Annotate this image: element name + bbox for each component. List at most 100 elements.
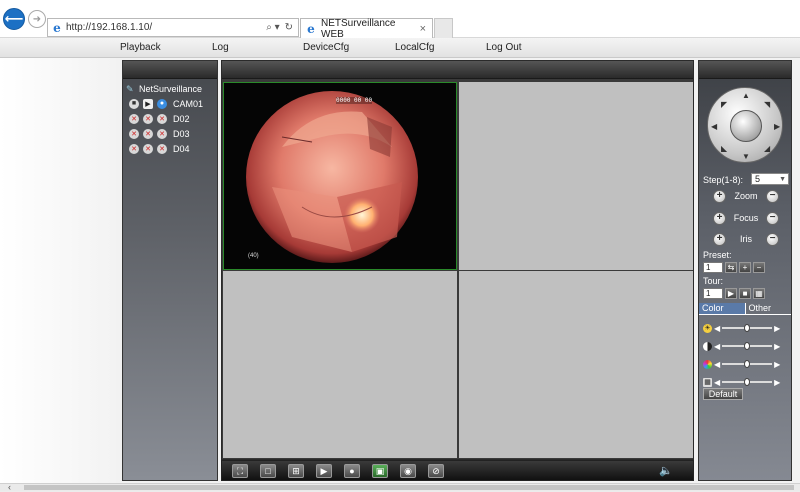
single-view-icon[interactable]: □ [260,464,276,478]
brightness-slider[interactable]: ☀ ◀ ▶ [703,322,789,334]
channel-row-cam01[interactable]: ■ ▶ ● CAM01 [126,96,217,111]
browser-tab[interactable]: e NETSurveillance WEB × [300,18,433,40]
preset-goto-icon[interactable]: ⇆ [725,262,737,273]
preset-add-icon[interactable]: + [739,262,751,273]
ptz-down-icon[interactable]: ▼ [742,152,750,161]
slider-thumb[interactable] [744,324,751,332]
increase-arrow-icon[interactable]: ▶ [774,324,780,333]
channel-row-d04[interactable]: ✕ ✕ ✕ D04 [126,141,217,156]
preset-controls: 1 ⇆ + − [703,262,765,273]
increase-arrow-icon[interactable]: ▶ [774,360,780,369]
record-disabled-icon[interactable]: ✕ [129,128,139,139]
ptz-left-icon[interactable]: ◀ [711,122,717,131]
tab-other[interactable]: Other [745,303,791,315]
step-value: 5 [755,174,761,184]
play-icon[interactable]: ▶ [143,98,153,109]
video-cell-1[interactable]: 0000 00 00 (40) [223,82,457,270]
menu-logout[interactable]: Log Out [486,42,522,53]
slider-thumb[interactable] [744,360,751,368]
scrollbar-thumb[interactable] [24,485,794,490]
ptz-up-left-icon[interactable]: ◤ [721,100,727,109]
channel-row-d03[interactable]: ✕ ✕ ✕ D03 [126,126,217,141]
record-disabled-icon[interactable]: ✕ [129,143,139,154]
decrease-arrow-icon[interactable]: ◀ [714,360,720,369]
record-status-icon[interactable]: ■ [129,98,139,109]
record-icon[interactable]: ◉ [400,464,416,478]
ptz-center-button[interactable] [730,110,762,142]
volume-mute-icon[interactable]: 🔈 [659,464,673,477]
focus-in-button[interactable]: + [713,211,726,225]
tab-color[interactable]: Color [699,303,746,315]
url-text[interactable]: http://192.168.1.10/ [66,22,266,33]
hue-slider[interactable]: ▦ ◀ ▶ [703,376,789,388]
stop-all-icon[interactable]: ● [344,464,360,478]
slider-thumb[interactable] [744,378,751,386]
stop-record-icon[interactable]: ⊘ [428,464,444,478]
video-cell-2[interactable] [459,82,693,270]
slider-track[interactable] [722,360,773,368]
camera-connected-icon[interactable]: ● [157,98,167,109]
tour-grid-icon[interactable]: ▦ [753,288,765,299]
iris-close-button[interactable]: − [766,232,779,246]
video-cell-4[interactable] [459,271,693,458]
forward-button[interactable]: ➜ [28,10,46,28]
tour-play-icon[interactable]: ▶ [725,288,737,299]
ptz-up-right-icon[interactable]: ◥ [764,100,770,109]
step-select[interactable]: 5 ▼ [751,173,789,185]
camera-disconnected-icon[interactable]: ✕ [157,143,167,154]
slider-track[interactable] [722,342,773,350]
slider-thumb[interactable] [744,342,751,350]
decrease-arrow-icon[interactable]: ◀ [714,342,720,351]
device-tree-root[interactable]: ✎ NetSurveillance [126,82,217,96]
increase-arrow-icon[interactable]: ▶ [774,378,780,387]
channel-row-d02[interactable]: ✕ ✕ ✕ D02 [126,111,217,126]
close-tab-icon[interactable]: × [420,23,426,35]
back-button[interactable]: ⟵ [3,8,25,30]
record-disabled-icon[interactable]: ✕ [129,113,139,124]
camera-disconnected-icon[interactable]: ✕ [157,128,167,139]
tour-stop-icon[interactable]: ■ [739,288,751,299]
horizontal-scrollbar[interactable]: ‹ [0,482,800,492]
search-icon[interactable]: ⌕ ▾ [266,22,279,33]
iris-open-button[interactable]: + [713,232,726,246]
channel-label: D02 [173,113,190,124]
refresh-icon[interactable]: ↻ [285,22,293,33]
video-area: 0000 00 00 (40) [221,60,694,460]
play-disabled-icon[interactable]: ✕ [143,113,153,124]
preset-input[interactable]: 1 [703,262,723,273]
ptz-up-icon[interactable]: ▲ [742,91,750,100]
slider-track[interactable] [722,324,773,332]
focus-out-button[interactable]: − [765,211,779,225]
ptz-down-left-icon[interactable]: ◣ [721,144,727,153]
default-button[interactable]: Default [703,388,743,400]
tab-favicon: e [307,21,315,36]
ptz-joystick[interactable]: ▲ ▼ ◀ ▶ ◤ ◥ ◣ ◢ [707,87,783,163]
snapshot-icon[interactable]: ▣ [372,464,388,478]
video-cell-3[interactable] [223,271,457,458]
contrast-slider[interactable]: ◀ ▶ [703,340,789,352]
focus-control: + Focus − [713,211,779,225]
decrease-arrow-icon[interactable]: ◀ [714,324,720,333]
fullscreen-icon[interactable]: ⛶ [232,464,248,478]
address-bar[interactable]: e http://192.168.1.10/ ⌕ ▾ ↻ [47,18,299,37]
new-tab-button[interactable] [434,18,453,38]
slider-track[interactable] [722,378,773,386]
decrease-arrow-icon[interactable]: ◀ [714,378,720,387]
increase-arrow-icon[interactable]: ▶ [774,342,780,351]
quad-view-icon[interactable]: ⊞ [288,464,304,478]
menu-localcfg[interactable]: LocalCfg [395,42,434,53]
zoom-in-button[interactable]: + [713,189,726,203]
menu-log[interactable]: Log [212,42,229,53]
saturation-slider[interactable]: ◀ ▶ [703,358,789,370]
tour-input[interactable]: 1 [703,288,723,299]
menu-devicecfg[interactable]: DeviceCfg [303,42,349,53]
camera-disconnected-icon[interactable]: ✕ [157,113,167,124]
menu-playback[interactable]: Playback [120,42,161,53]
play-disabled-icon[interactable]: ✕ [143,128,153,139]
zoom-out-button[interactable]: − [765,189,779,203]
ptz-down-right-icon[interactable]: ◢ [764,144,770,153]
play-disabled-icon[interactable]: ✕ [143,143,153,154]
preset-remove-icon[interactable]: − [753,262,765,273]
play-all-icon[interactable]: ▶ [316,464,332,478]
ptz-right-icon[interactable]: ▶ [774,122,780,131]
